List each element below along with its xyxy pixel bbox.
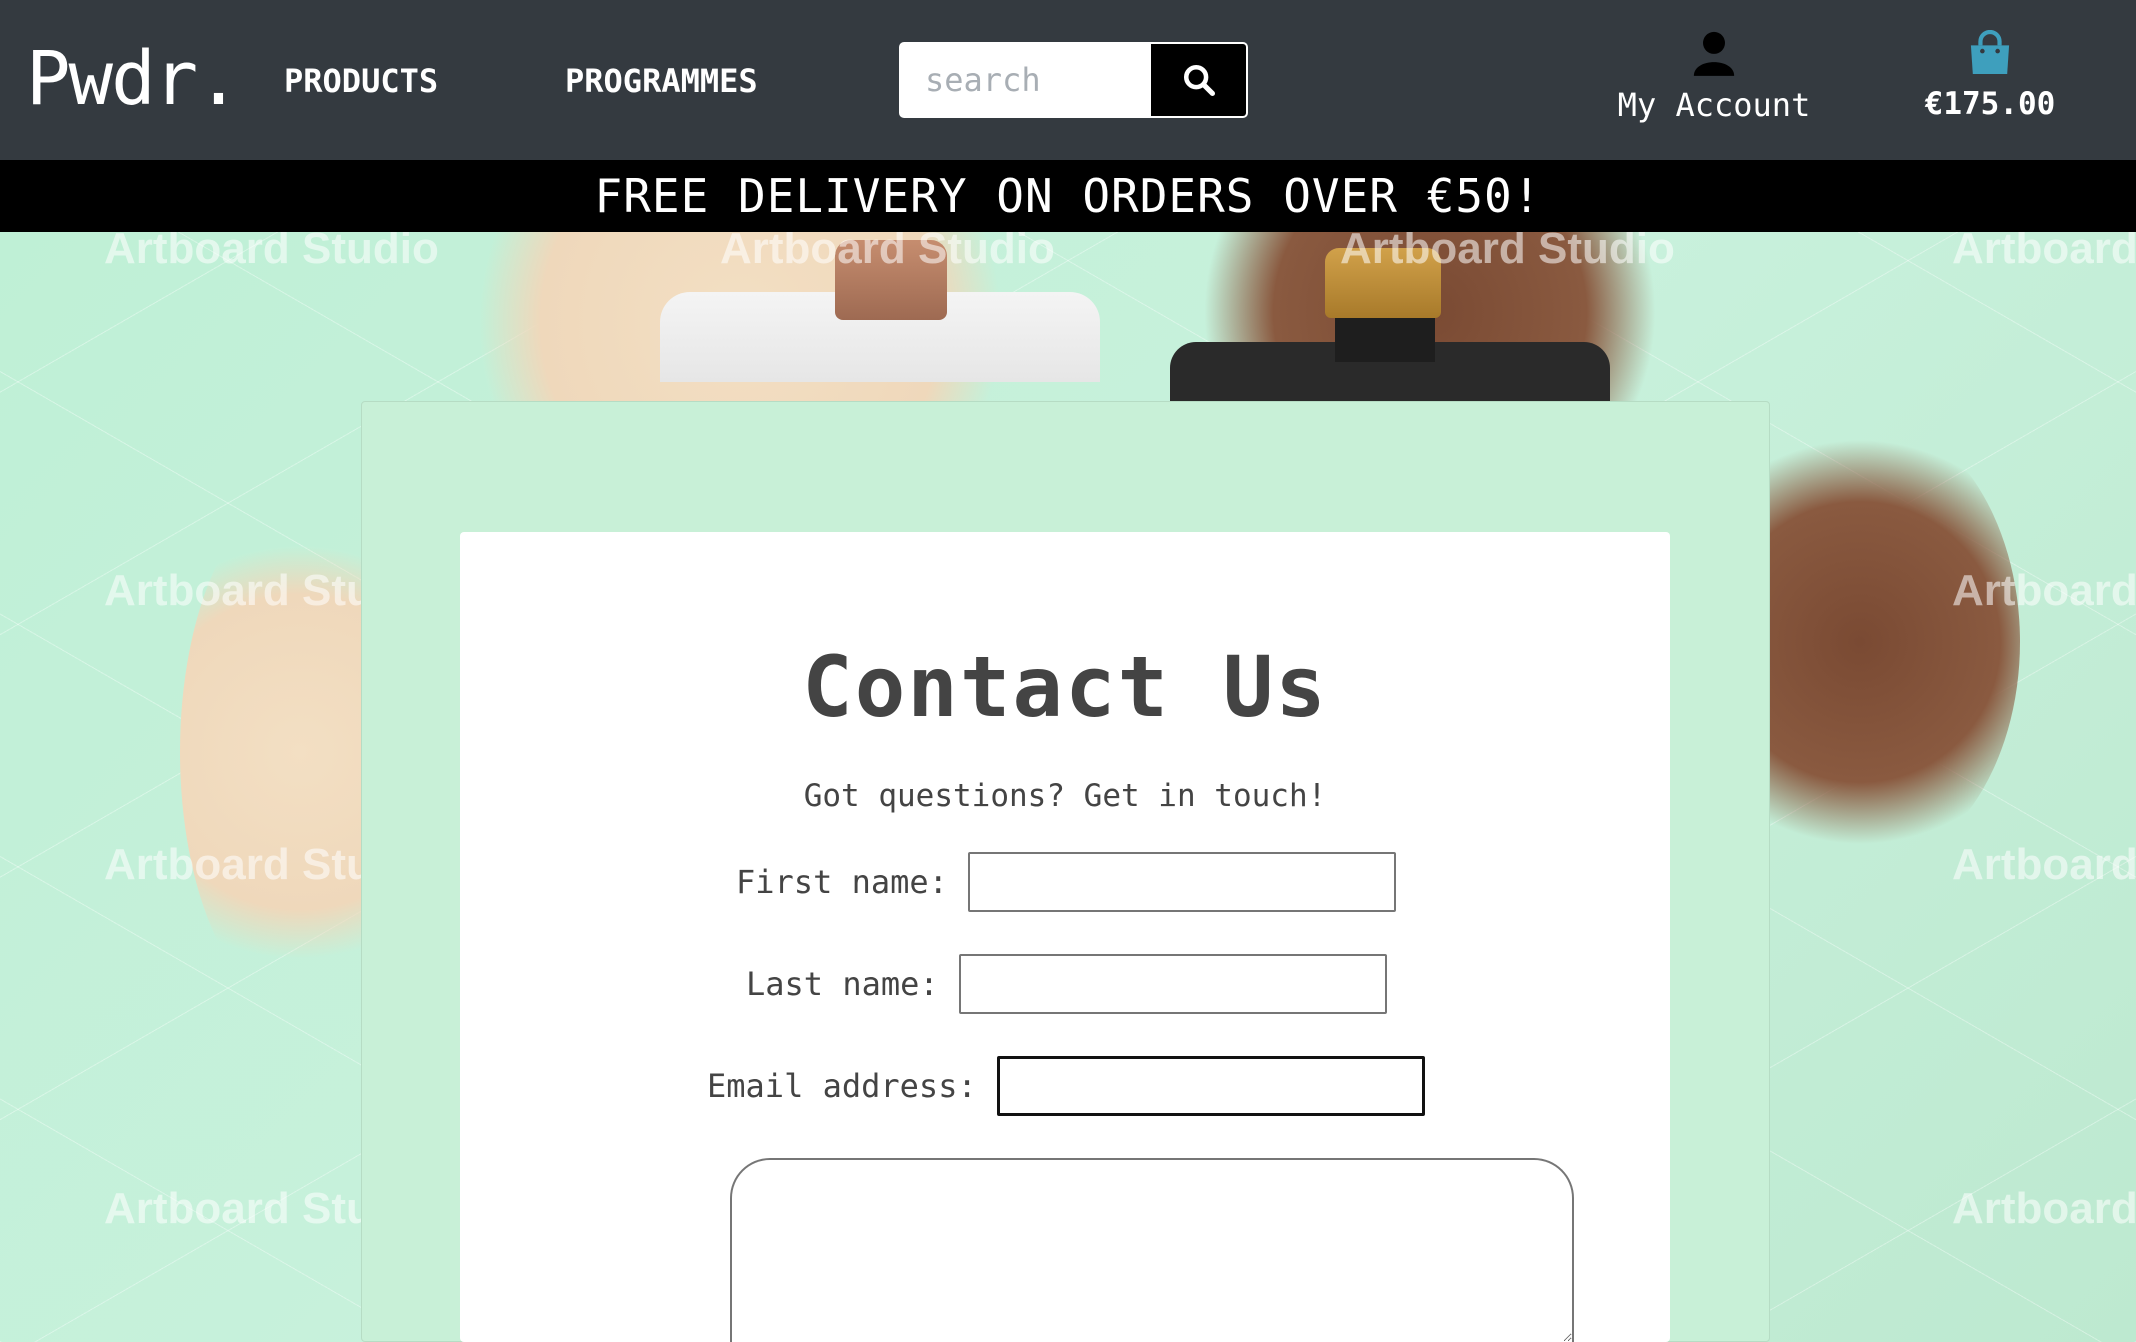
first-name-row: First name: <box>736 852 1396 912</box>
nav-link-programmes[interactable]: PROGRAMMES <box>565 62 758 100</box>
my-account-label: My Account <box>1617 86 1811 124</box>
watermark: Artboard Studio <box>720 232 1055 273</box>
navbar: Pwdr. PRODUCTS PROGRAMMES My Account €17… <box>0 0 2136 160</box>
user-icon <box>1693 31 1735 76</box>
watermark: Artboard Studio <box>1952 1184 2136 1233</box>
site-logo[interactable]: Pwdr. <box>26 36 241 122</box>
page-subtitle: Got questions? Get in touch! <box>803 778 1327 814</box>
watermark: Artboard Studio <box>1952 566 2136 615</box>
nav-link-products[interactable]: PRODUCTS <box>284 62 438 100</box>
bag-total: €175.00 <box>1924 86 2056 122</box>
search-bar <box>899 42 1248 118</box>
last-name-field[interactable] <box>958 954 1387 1014</box>
delivery-banner: FREE DELIVERY ON ORDERS OVER €50! <box>0 160 2136 232</box>
last-name-row: Last name: <box>746 954 1387 1014</box>
message-textarea[interactable] <box>730 1158 1574 1342</box>
watermark: Artboard Studio <box>1340 232 1675 273</box>
search-input[interactable] <box>901 44 1151 116</box>
email-label: Email address: <box>707 1067 977 1105</box>
email-row: Email address: <box>707 1056 1425 1116</box>
my-account-link[interactable]: My Account <box>1614 30 1814 124</box>
email-field[interactable] <box>996 1056 1425 1116</box>
shopping-bag-icon <box>1970 29 2010 74</box>
watermark: Artboard Studio <box>1952 232 2136 273</box>
first-name-field[interactable] <box>967 852 1396 912</box>
search-button[interactable] <box>1151 44 1246 116</box>
watermark: Artboard Studio <box>1952 840 2136 889</box>
first-name-label: First name: <box>736 863 948 901</box>
watermark: Artboard Studio <box>104 232 439 273</box>
page-title: Contact Us <box>802 638 1328 736</box>
shopping-bag-link[interactable]: €175.00 <box>1900 29 2080 122</box>
last-name-label: Last name: <box>746 965 939 1003</box>
search-icon <box>1183 64 1215 97</box>
